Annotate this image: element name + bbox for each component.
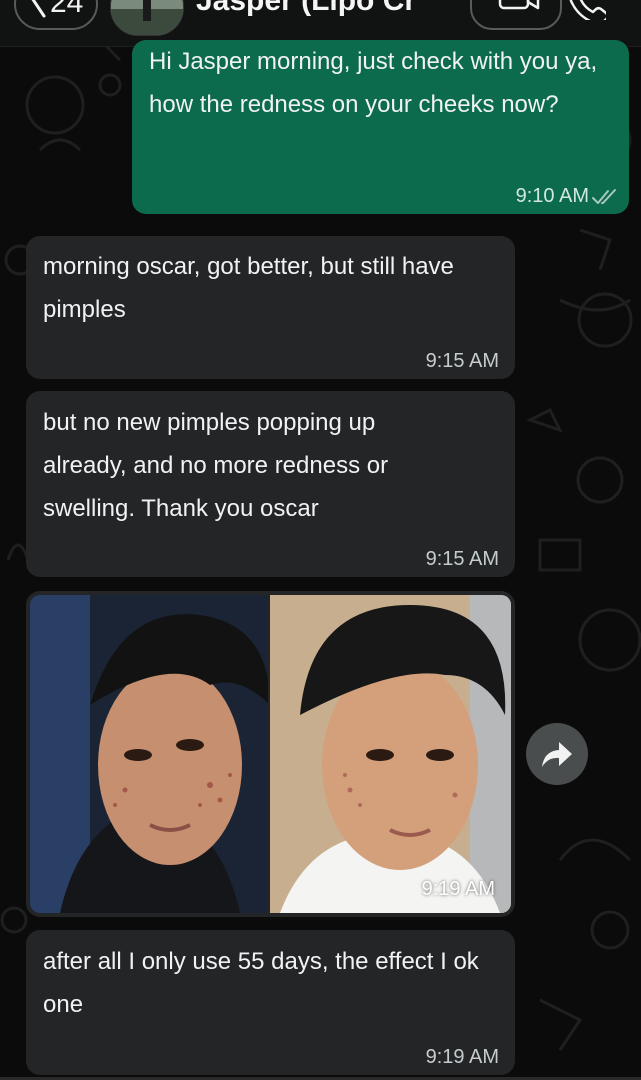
avatar[interactable]: [110, 0, 184, 36]
message-text: after all I only use 55 days, the effect…: [43, 948, 479, 1018]
read-receipt-icon: [592, 189, 616, 204]
image-message[interactable]: 9:19 AM: [26, 591, 515, 917]
message-bubble-incoming[interactable]: after all I only use 55 days, the effect…: [26, 930, 515, 1075]
before-photo[interactable]: [30, 595, 268, 913]
message-bubble-incoming[interactable]: but no new pimples popping up already, a…: [26, 391, 515, 577]
message-text: Hi Jasper morning, just check with you y…: [149, 48, 598, 118]
forward-button[interactable]: [526, 723, 588, 785]
message-time: 9:19 AM: [425, 1046, 499, 1068]
message-time: 9:15 AM: [425, 350, 499, 372]
message-time: 9:10 AM: [515, 185, 589, 207]
forward-icon: [542, 742, 572, 767]
message-text: but no new pimples popping up already, a…: [43, 409, 389, 522]
unread-count: 24: [50, 0, 84, 19]
face-photo-left: [30, 595, 268, 913]
message-time: 9:15 AM: [425, 548, 499, 570]
video-call-button[interactable]: [470, 0, 562, 30]
chevron-left-icon: [31, 0, 46, 18]
video-call-icon: [498, 0, 540, 10]
contact-name[interactable]: Jasper (Lipo Cr: [196, 0, 416, 18]
message-bubble-incoming[interactable]: morning oscar, got better, but still hav…: [26, 236, 515, 379]
after-photo[interactable]: [270, 595, 511, 913]
photo-collage[interactable]: 9:19 AM: [30, 595, 511, 913]
avatar-photo: [111, 0, 183, 35]
face-photo-right: [270, 595, 511, 913]
message-text: morning oscar, got better, but still hav…: [43, 253, 454, 323]
message-bubble-outgoing[interactable]: Hi Jasper morning, just check with you y…: [132, 40, 629, 214]
phone-icon[interactable]: [566, 0, 606, 20]
message-time: 9:19 AM: [421, 878, 495, 900]
